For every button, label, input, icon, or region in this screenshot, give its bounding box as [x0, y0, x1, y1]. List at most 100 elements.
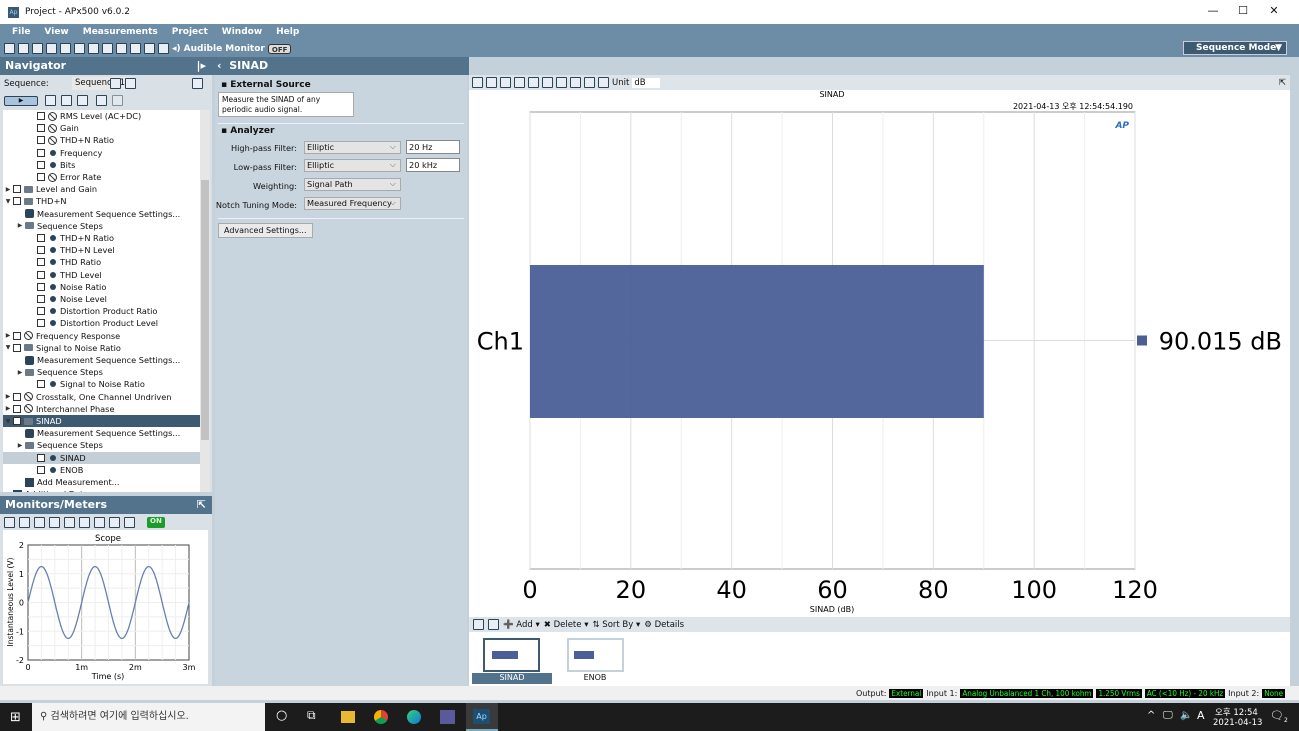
tree-item[interactable]: Gain [3, 122, 200, 134]
list-monitor-icon[interactable] [124, 517, 135, 528]
help-icon[interactable] [192, 78, 203, 89]
tree-item[interactable]: Noise Ratio [3, 281, 200, 293]
sequence-report-icon[interactable] [125, 78, 136, 89]
tree-item[interactable]: THD+N Ratio [3, 134, 200, 146]
windows-start-icon[interactable]: ⊞ [10, 710, 21, 725]
pin-icon[interactable]: |▸ [196, 57, 206, 75]
trend-icon[interactable] [109, 517, 120, 528]
result-thumbnail-enob[interactable] [567, 638, 624, 672]
function-icon[interactable] [584, 77, 595, 88]
ime-indicator[interactable]: A [1197, 709, 1205, 722]
advanced-settings-button[interactable]: Advanced Settings... [218, 223, 313, 238]
monitors-toggle[interactable]: ON [147, 517, 165, 528]
tree-item[interactable]: ENOB [3, 464, 200, 476]
meters-icon[interactable] [94, 517, 105, 528]
expander-icon[interactable]: ▶ [15, 222, 25, 229]
tray-chevron-icon[interactable]: ^ [1147, 710, 1155, 721]
tree-item[interactable]: Measurement Sequence Settings... [3, 427, 200, 439]
swap-icon[interactable] [34, 517, 45, 528]
level-icon[interactable] [64, 517, 75, 528]
tree-item[interactable]: Distortion Product Ratio [3, 305, 200, 317]
menu-measurements[interactable]: Measurements [83, 27, 158, 37]
tree-item[interactable]: THD Level [3, 269, 200, 281]
tree-item[interactable]: ▶ Interchannel Phase [3, 403, 200, 415]
generator-icon[interactable] [60, 43, 71, 54]
result-label-sinad[interactable]: SINAD [472, 673, 552, 684]
checkbox[interactable] [37, 160, 45, 169]
tree-item[interactable]: ▼ SINAD [3, 415, 200, 428]
result-label-enob[interactable]: ENOB [555, 673, 635, 682]
tree-item[interactable]: Measurement Sequence Settings... [3, 208, 200, 220]
tree-item[interactable]: ▶ Frequency Response [3, 330, 200, 342]
checkbox[interactable] [37, 234, 45, 243]
checkbox[interactable] [37, 465, 45, 474]
apx500-taskbar-button[interactable]: Ap [466, 703, 498, 731]
tree-item[interactable]: ▼ THD+N [3, 195, 200, 207]
low-pass-select[interactable]: Elliptic [304, 159, 401, 172]
tree-item[interactable]: Signal to Noise Ratio [3, 378, 200, 390]
menu-window[interactable]: Window [222, 27, 262, 37]
tree-item[interactable]: Distortion Product Level [3, 317, 200, 329]
cortana-icon[interactable]: ○ [276, 708, 287, 723]
new-icon[interactable] [4, 43, 15, 54]
notification-icon[interactable]: 🗨2 [1270, 709, 1288, 724]
tree-item[interactable]: ▶ Crosstalk, One Channel Undriven [3, 391, 200, 403]
checkbox[interactable] [37, 270, 45, 279]
fit-icon[interactable] [542, 77, 553, 88]
file-explorer-icon[interactable] [341, 711, 355, 723]
chart-icon[interactable] [158, 43, 169, 54]
minimize-button[interactable]: — [1198, 4, 1228, 17]
high-pass-select[interactable]: Elliptic [304, 141, 401, 154]
menu-project[interactable]: Project [172, 27, 208, 37]
weighting-select[interactable]: Signal Path [304, 178, 401, 191]
tree-item[interactable]: THD+N Level [3, 244, 200, 256]
checkbox[interactable] [13, 197, 21, 206]
graph-type-icon[interactable] [570, 77, 581, 88]
first-icon[interactable] [473, 619, 484, 630]
checkbox[interactable] [13, 185, 21, 194]
settings-icon[interactable] [46, 43, 57, 54]
checkbox[interactable] [37, 246, 45, 255]
chrome-icon[interactable] [374, 710, 388, 724]
delete-button[interactable]: ✖ Delete ▾ [544, 620, 589, 630]
tree-item[interactable]: Additional Data... [3, 488, 200, 492]
checkbox[interactable] [37, 258, 45, 267]
tree-item[interactable]: Add Measurement... [3, 476, 200, 488]
volume-icon[interactable]: 🔈 [1180, 710, 1192, 721]
checkbox[interactable] [37, 136, 45, 145]
paste-icon[interactable] [112, 95, 123, 106]
table-icon[interactable] [556, 77, 567, 88]
tree-item[interactable]: THD+N Ratio [3, 232, 200, 244]
checkbox[interactable] [37, 295, 45, 304]
meter-icon[interactable] [74, 43, 85, 54]
print-icon[interactable] [500, 77, 511, 88]
snipping-tool-icon[interactable] [440, 710, 455, 724]
tree-item[interactable]: Bits [3, 159, 200, 171]
scope-monitor-icon[interactable] [4, 517, 15, 528]
pulse-icon[interactable] [102, 43, 113, 54]
maximize-button[interactable]: ☐ [1228, 4, 1258, 17]
add-step-icon[interactable] [45, 95, 56, 106]
sequence-settings-icon[interactable] [110, 78, 121, 89]
checkbox[interactable] [13, 392, 21, 401]
back-icon[interactable]: ‹ [217, 59, 225, 72]
menu-file[interactable]: File [12, 27, 30, 37]
menu-help[interactable]: Help [276, 27, 299, 37]
tree-item[interactable]: Measurement Sequence Settings... [3, 354, 200, 366]
open-icon[interactable] [18, 43, 29, 54]
tree-item[interactable]: Frequency [3, 147, 200, 159]
taskbar-search-input[interactable]: ⚲ 검색하려면 여기에 입력하십시오. [32, 703, 265, 731]
checkbox[interactable] [13, 404, 21, 413]
last-icon[interactable] [488, 619, 499, 630]
copy-icon[interactable] [96, 95, 107, 106]
checkbox[interactable] [37, 453, 45, 462]
expander-icon[interactable]: ▶ [3, 332, 13, 339]
copy-graph-icon[interactable] [486, 77, 497, 88]
tree-item[interactable]: THD Ratio [3, 256, 200, 268]
pan-icon[interactable] [528, 77, 539, 88]
graph-settings-icon[interactable] [598, 77, 609, 88]
notch-tuning-select[interactable]: Measured Frequency [304, 197, 401, 210]
expander-icon[interactable]: ▼ [3, 198, 13, 205]
unit-select[interactable]: dB [632, 77, 661, 88]
checkbox[interactable] [37, 380, 45, 389]
